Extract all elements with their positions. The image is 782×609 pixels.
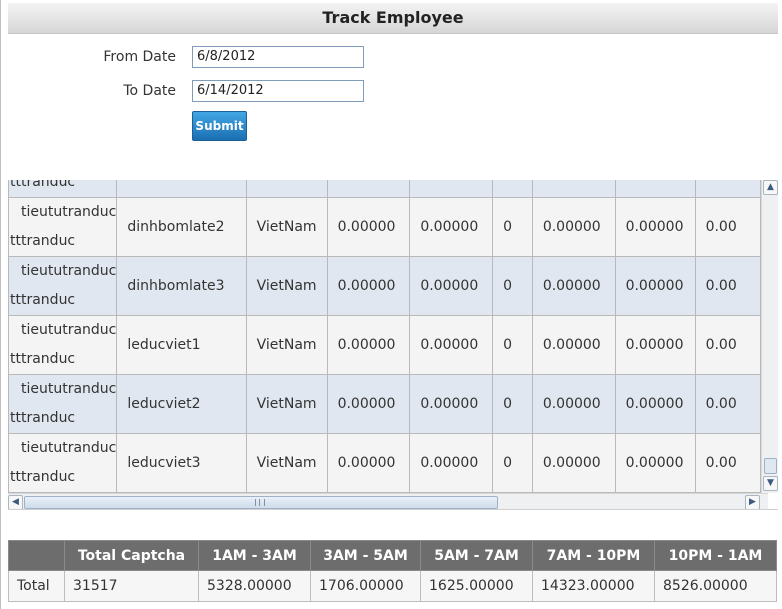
horizontal-scroll-thumb[interactable] [24, 496, 498, 509]
submit-button[interactable]: Submit [192, 111, 247, 141]
grid-cell-name: leducviet3 [116, 433, 247, 493]
grid-cell-value: 0.00000 [531, 197, 616, 257]
summary-column-header: 10PM - 1AM [654, 540, 777, 571]
summary-header-row: Total Captcha 1AM - 3AM 3AM - 5AM 5AM - 7AM… [8, 540, 777, 571]
grid-cell-user-line: tttranduc [10, 180, 76, 190]
summary-cell: 31517 [64, 570, 199, 602]
summary-cell: 5328.00000 [198, 570, 311, 602]
grid-cell-value: 0.00000 [531, 433, 616, 493]
grid-cell-value: 0.00000 [614, 433, 696, 493]
scroll-left-icon[interactable]: ◀ [8, 495, 23, 509]
grid-cell-user: tieututranduc tttranduc [8, 374, 118, 434]
summary-column-header: 3AM - 5AM [310, 540, 421, 571]
grid-cell-value: 0.00000 [326, 433, 411, 493]
grid-cell-value: 0.00000 [531, 256, 616, 316]
grid-cell-user: tieututranduc tttranduc [8, 315, 118, 375]
grid-cell-value: 0.00 [694, 315, 761, 375]
grid-cell-user-line: tttranduc [10, 292, 76, 308]
summary-cell: 1706.00000 [310, 570, 421, 602]
summary-row-label: Total [8, 570, 65, 602]
summary-cell: 8526.00000 [654, 570, 777, 602]
employee-grid: tttranduc tieututranduc tttranduc dinhboml… [8, 180, 778, 510]
grid-cell-user-line: tttranduc [10, 469, 76, 485]
page-title: Track Employee [8, 3, 778, 34]
grid-cell-value: 0.00000 [531, 374, 616, 434]
from-date-label: From Date [103, 49, 176, 65]
grid-cell-value: 0.00000 [326, 197, 411, 257]
grid-cell-value: 0.00000 [531, 315, 616, 375]
grid-cell-value: 0.00000 [614, 315, 696, 375]
grid-cell-value: 0.00000 [614, 197, 696, 257]
grid-cell-country: VietNam [245, 256, 328, 316]
grid-cell-country: VietNam [245, 374, 328, 434]
to-date-input[interactable]: 6/14/2012 [192, 80, 364, 102]
grid-cell-user-line: tieututranduc [21, 263, 117, 279]
grid-cell-name: dinhbomlate3 [116, 256, 247, 316]
grid-cell-user: tttranduc [8, 180, 118, 198]
grid-cell-value: 0.00000 [409, 374, 494, 434]
grid-cell-user-line: tieututranduc [21, 440, 117, 456]
table-row[interactable]: tieututranduc tttranduc leducviet2 VietNam 0… [8, 374, 761, 434]
grid-cell-value: 0.00 [694, 256, 761, 316]
scroll-up-icon[interactable]: ▲ [763, 180, 778, 195]
summary-total-row: Total 31517 5328.00000 1706.00000 1625.00000… [8, 570, 777, 602]
grid-cell-user: tieututranduc tttranduc [8, 256, 118, 316]
grid-cell-value: 0.00 [694, 374, 761, 434]
grid-cell-name: leducviet2 [116, 374, 247, 434]
summary-column-header [8, 540, 65, 571]
vertical-scrollbar[interactable]: ▲ ▼ [761, 180, 778, 493]
grid-cell-country: VietNam [245, 197, 328, 257]
from-date-input[interactable]: 6/8/2012 [192, 46, 364, 68]
grid-cell-value: 0.00000 [326, 374, 411, 434]
table-row[interactable]: tieututranduc tttranduc leducviet1 VietNam 0… [8, 315, 761, 375]
grid-cell-value: 0.00000 [409, 256, 494, 316]
scroll-down-icon[interactable]: ▼ [763, 476, 778, 491]
grid-cell-user: tieututranduc tttranduc [8, 197, 118, 257]
grid-cell-value: 0.00000 [409, 315, 494, 375]
grid-cell-value: 0.00000 [326, 256, 411, 316]
grid-cell-name: leducviet1 [116, 315, 247, 375]
grid-cell-value: 0.00000 [614, 256, 696, 316]
grid-cell-country: VietNam [245, 315, 328, 375]
grid-cell-value: 0.00000 [326, 315, 411, 375]
grid-cell-user-line: tieututranduc [21, 322, 117, 338]
page-frame: Track Employee From Date 6/8/2012 To Dat… [0, 0, 782, 609]
summary-column-header: Total Captcha [64, 540, 199, 571]
to-date-label: To Date [123, 83, 176, 99]
table-row: tttranduc [8, 180, 761, 198]
grid-viewport[interactable]: tttranduc tieututranduc tttranduc dinhboml… [8, 180, 761, 493]
scroll-grip-icon [255, 499, 265, 506]
table-row[interactable]: tieututranduc tttranduc dinhbomlate3 VietNa… [8, 256, 761, 316]
grid-cell-value: 0 [492, 197, 533, 257]
grid-cell-value: 0.00000 [409, 197, 494, 257]
grid-table: tttranduc tieututranduc tttranduc dinhboml… [8, 180, 761, 493]
grid-cell-user-line: tttranduc [10, 410, 76, 426]
grid-cell-value: 0 [492, 315, 533, 375]
scroll-right-icon[interactable]: ▶ [745, 495, 760, 509]
horizontal-scrollbar[interactable]: ◀ ▶ [8, 493, 768, 509]
summary-column-header: 7AM - 10PM [532, 540, 655, 571]
table-row[interactable]: tieututranduc tttranduc dinhbomlate2 VietNa… [8, 197, 761, 257]
grid-cell-user-line: tttranduc [10, 351, 76, 367]
grid-cell-user-line: tieututranduc [21, 381, 117, 397]
summary-column-header: 5AM - 7AM [420, 540, 533, 571]
grid-cell-value: 0 [492, 374, 533, 434]
summary-cell: 14323.00000 [532, 570, 655, 602]
grid-cell-value: 0.00 [694, 433, 761, 493]
grid-cell-value: 0 [492, 433, 533, 493]
summary-cell: 1625.00000 [420, 570, 533, 602]
summary-table: Total Captcha 1AM - 3AM 3AM - 5AM 5AM - 7AM… [8, 540, 777, 602]
vertical-scroll-thumb[interactable] [764, 458, 777, 474]
grid-cell-country: VietNam [245, 433, 328, 493]
grid-cell-value: 0.00000 [409, 433, 494, 493]
grid-cell-value: 0.00000 [614, 374, 696, 434]
grid-cell-value: 0 [492, 256, 533, 316]
grid-cell-user-line: tttranduc [10, 233, 76, 249]
grid-cell-name: dinhbomlate2 [116, 197, 247, 257]
table-row[interactable]: tieututranduc tttranduc leducviet3 VietNam 0… [8, 433, 761, 493]
grid-cell-value: 0.00 [694, 197, 761, 257]
grid-cell-user-line: tieututranduc [21, 204, 117, 220]
grid-cell-user: tieututranduc tttranduc [8, 433, 118, 493]
summary-column-header: 1AM - 3AM [198, 540, 311, 571]
